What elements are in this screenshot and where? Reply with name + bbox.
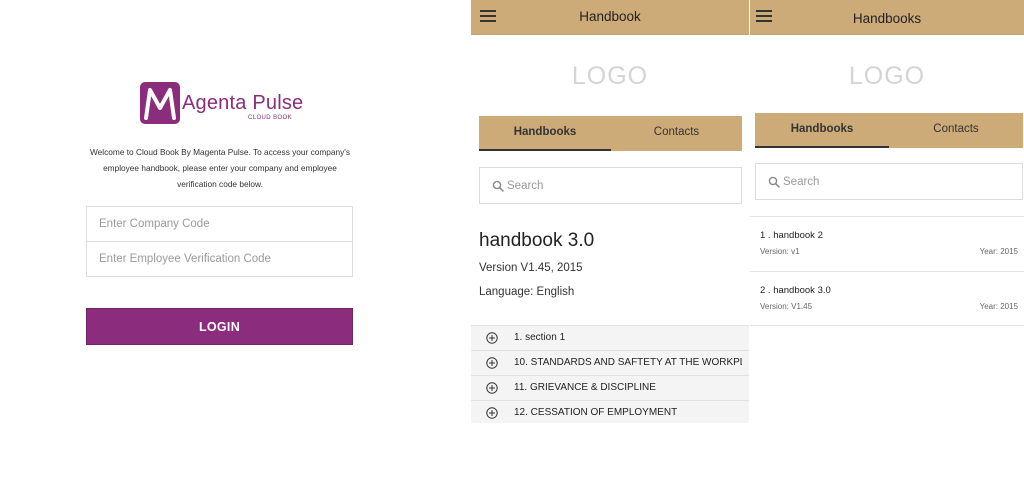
tab-contacts[interactable]: Contacts [611, 116, 742, 151]
login-screen: Agenta Pulse CLOUD BOOK Welcome to Cloud… [0, 0, 440, 500]
handbook-name: 2 . handbook 3.0 [760, 285, 831, 296]
plus-circle-icon [486, 357, 498, 369]
search-icon [492, 180, 504, 192]
handbook-version: Version: V1.45 [760, 302, 813, 311]
section-label: 12. CESSATION OF EMPLOYMENT [514, 407, 678, 418]
search-input[interactable] [507, 169, 727, 202]
handbook-version: Version V1.45, 2015 [479, 262, 583, 274]
section-row[interactable]: 12. CESSATION OF EMPLOYMENT [471, 400, 749, 423]
plus-circle-icon [486, 332, 498, 344]
plus-circle-icon [486, 382, 498, 394]
app-header: Handbook [471, 0, 749, 35]
company-logo-placeholder: LOGO [571, 62, 649, 90]
search-box [479, 167, 742, 204]
welcome-message: Welcome to Cloud Book By Magenta Pulse. … [90, 147, 350, 189]
tab-bar: Handbooks Contacts [479, 116, 742, 151]
plus-circle-icon [486, 407, 498, 419]
tab-handbooks[interactable]: Handbooks [755, 113, 889, 148]
section-row[interactable]: 10. STANDARDS AND SAFTETY AT THE WORKPL.… [471, 350, 749, 375]
logo-m-glyph [144, 88, 176, 120]
handbook-language: Language: English [479, 286, 575, 298]
handbooks-list-screen: Handbooks LOGO Handbooks Contacts 1 . ha… [750, 0, 1024, 330]
handbook-title: handbook 3.0 [479, 230, 595, 251]
handbook-name: 1 . handbook 2 [760, 230, 823, 241]
search-box [755, 163, 1023, 200]
header-title: Handbooks [852, 11, 922, 26]
handbook-list: 1 . handbook 2 Version: v1 Year: 2015 2 … [750, 216, 1024, 326]
section-label: 10. STANDARDS AND SAFTETY AT THE WORKPL.… [514, 357, 742, 368]
section-list: 1. section 1 10. STANDARDS AND SAFTETY A… [471, 325, 749, 423]
handbook-year: Year: 2015 [979, 247, 1018, 256]
section-label: 11. GRIEVANCE & DISCIPLINE [514, 382, 656, 393]
header-title: Handbook [579, 9, 641, 24]
magenta-pulse-logo: Agenta Pulse CLOUD BOOK [140, 82, 310, 128]
list-item[interactable]: 2 . handbook 3.0 Version: V1.45 Year: 20… [750, 271, 1024, 326]
section-row[interactable]: 11. GRIEVANCE & DISCIPLINE [471, 375, 749, 400]
login-button[interactable]: LOGIN [86, 308, 353, 345]
app-header: Handbooks [750, 0, 1024, 35]
handbook-detail-screen: Handbook LOGO Handbooks Contacts handboo… [471, 0, 749, 423]
search-input[interactable] [783, 165, 1003, 198]
search-icon [768, 176, 780, 188]
tab-contacts[interactable]: Contacts [889, 113, 1023, 148]
handbook-year: Year: 2015 [979, 302, 1018, 311]
list-item[interactable]: 1 . handbook 2 Version: v1 Year: 2015 [750, 216, 1024, 271]
company-logo-placeholder: LOGO [848, 62, 926, 90]
logo-text: Agenta Pulse [182, 92, 304, 114]
section-row[interactable]: 1. section 1 [471, 325, 749, 350]
employee-verification-code-input[interactable] [86, 241, 353, 277]
logo-subtitle: CLOUD BOOK [248, 115, 293, 121]
company-code-input[interactable] [86, 206, 353, 242]
logo-mark [140, 82, 180, 124]
section-label: 1. section 1 [514, 332, 566, 343]
tab-handbooks[interactable]: Handbooks [479, 116, 611, 151]
tab-bar: Handbooks Contacts [755, 113, 1023, 148]
handbook-version: Version: v1 [760, 247, 800, 256]
